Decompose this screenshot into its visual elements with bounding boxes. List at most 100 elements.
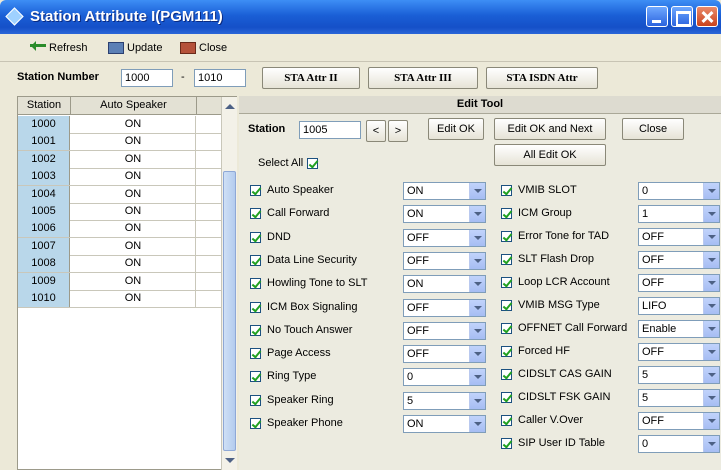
auto-speaker-cell[interactable]: ON [71, 168, 196, 186]
table-row[interactable]: 1005 ON [18, 203, 221, 221]
field-select[interactable]: OFF [403, 228, 486, 247]
chevron-down-icon[interactable] [703, 275, 719, 291]
field-checkbox[interactable] [501, 300, 512, 311]
field-select[interactable]: OFF [638, 228, 720, 246]
table-row[interactable]: 1001 ON [18, 133, 221, 152]
chevron-down-icon[interactable] [703, 229, 719, 245]
chevron-down-icon[interactable] [703, 321, 719, 337]
field-select[interactable]: OFF [403, 321, 486, 340]
field-select[interactable]: OFF [638, 343, 720, 361]
chevron-down-icon[interactable] [703, 206, 719, 222]
grid-scrollbar[interactable] [221, 97, 237, 470]
chevron-down-icon[interactable] [469, 299, 485, 316]
field-select[interactable]: LIFO [638, 297, 720, 315]
field-select[interactable]: 0 [638, 435, 720, 453]
field-checkbox[interactable] [250, 254, 261, 266]
table-row[interactable]: 1004 ON [18, 185, 221, 204]
field-select[interactable]: OFF [638, 274, 720, 292]
field-select[interactable]: Enable [638, 320, 720, 338]
auto-speaker-cell[interactable]: ON [71, 237, 196, 255]
field-checkbox[interactable] [501, 277, 512, 288]
chevron-down-icon[interactable] [469, 392, 485, 409]
field-checkbox[interactable] [250, 208, 261, 220]
field-checkbox[interactable] [501, 415, 512, 426]
station-cell[interactable]: 1006 [18, 220, 70, 238]
table-row[interactable]: 1007 ON [18, 237, 221, 256]
edit-station-input[interactable]: 1005 [299, 121, 361, 139]
station-from-input[interactable]: 1000 [121, 69, 173, 87]
column-header-auto-speaker[interactable]: Auto Speaker [71, 97, 197, 115]
chevron-down-icon[interactable] [469, 229, 485, 246]
auto-speaker-cell[interactable]: ON [71, 150, 196, 168]
sta-isdn-attr-button[interactable]: STA ISDN Attr [486, 67, 598, 89]
field-checkbox[interactable] [250, 324, 261, 336]
field-checkbox[interactable] [250, 394, 261, 406]
edit-close-button[interactable]: Close [622, 118, 684, 140]
station-cell[interactable]: 1002 [18, 150, 70, 168]
table-row[interactable]: 1003 ON [18, 168, 221, 187]
field-checkbox[interactable] [501, 231, 512, 242]
sta-attr-iii-button[interactable]: STA Attr III [368, 67, 478, 89]
field-checkbox[interactable] [250, 371, 261, 383]
field-select[interactable]: ON [403, 182, 486, 200]
chevron-down-icon[interactable] [469, 369, 485, 386]
field-checkbox[interactable] [501, 392, 512, 403]
auto-speaker-cell[interactable]: ON [71, 220, 196, 238]
scroll-up-icon[interactable] [225, 99, 235, 109]
chevron-down-icon[interactable] [469, 252, 485, 269]
station-cell[interactable]: 1009 [18, 272, 70, 290]
auto-speaker-cell[interactable]: ON [71, 203, 196, 220]
auto-speaker-cell[interactable]: ON [71, 133, 196, 151]
auto-speaker-cell[interactable]: ON [71, 272, 196, 290]
field-select[interactable]: OFF [403, 345, 486, 364]
minimize-button[interactable] [646, 6, 668, 27]
field-select[interactable]: OFF [638, 412, 720, 430]
column-header-station[interactable]: Station [18, 97, 71, 115]
sta-attr-ii-button[interactable]: STA Attr II [262, 67, 360, 89]
field-select[interactable]: OFF [403, 251, 486, 270]
scroll-thumb[interactable] [223, 171, 236, 451]
edit-ok-button[interactable]: Edit OK [428, 118, 484, 140]
field-select[interactable]: 5 [638, 366, 720, 384]
chevron-down-icon[interactable] [469, 416, 485, 432]
field-select[interactable]: 0 [403, 368, 486, 387]
close-toolbar-button[interactable]: Close [180, 40, 227, 56]
chevron-down-icon[interactable] [703, 298, 719, 314]
chevron-down-icon[interactable] [469, 206, 485, 223]
field-checkbox[interactable] [250, 231, 261, 243]
field-select[interactable]: ON [403, 415, 486, 433]
chevron-down-icon[interactable] [469, 276, 485, 293]
station-cell[interactable]: 1004 [18, 185, 70, 203]
station-cell[interactable]: 1007 [18, 237, 70, 255]
chevron-down-icon[interactable] [703, 436, 719, 452]
refresh-button[interactable]: Refresh [30, 40, 88, 56]
field-checkbox[interactable] [501, 438, 512, 449]
update-button[interactable]: Update [108, 40, 162, 56]
field-checkbox[interactable] [501, 254, 512, 265]
station-to-input[interactable]: 1010 [194, 69, 246, 87]
field-checkbox[interactable] [501, 323, 512, 334]
auto-speaker-cell[interactable]: ON [71, 255, 196, 273]
field-checkbox[interactable] [250, 278, 261, 290]
chevron-down-icon[interactable] [703, 344, 719, 360]
chevron-down-icon[interactable] [469, 183, 485, 199]
chevron-down-icon[interactable] [703, 390, 719, 406]
station-cell[interactable]: 1010 [18, 290, 70, 307]
field-select[interactable]: 5 [638, 389, 720, 407]
station-cell[interactable]: 1005 [18, 203, 70, 220]
field-select[interactable]: OFF [403, 298, 486, 317]
field-checkbox[interactable] [250, 348, 261, 360]
field-checkbox[interactable] [501, 346, 512, 357]
field-select[interactable]: 1 [638, 205, 720, 223]
maximize-button[interactable] [671, 6, 693, 27]
table-row[interactable]: 1009 ON [18, 272, 221, 291]
auto-speaker-cell[interactable]: ON [71, 185, 196, 203]
field-select[interactable]: 5 [403, 391, 486, 410]
field-select[interactable]: OFF [638, 251, 720, 269]
chevron-down-icon[interactable] [703, 413, 719, 429]
table-row[interactable]: 1002 ON [18, 150, 221, 169]
table-row[interactable]: 1000 ON [18, 116, 221, 134]
edit-ok-and-next-button[interactable]: Edit OK and Next [494, 118, 606, 140]
chevron-down-icon[interactable] [703, 367, 719, 383]
station-cell[interactable]: 1000 [18, 116, 70, 133]
